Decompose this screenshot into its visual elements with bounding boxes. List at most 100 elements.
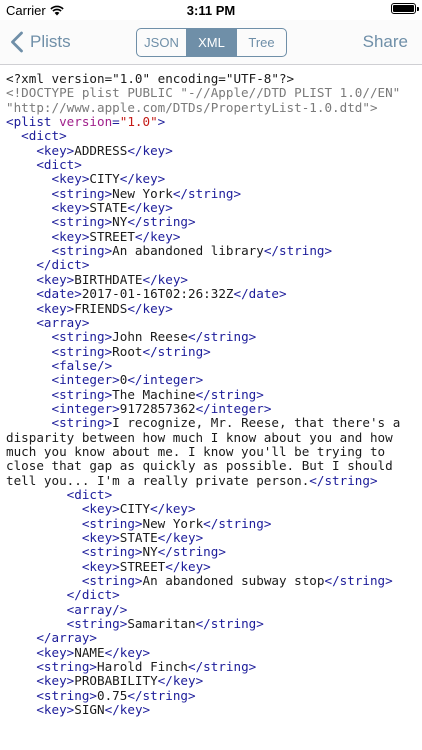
code-tag: <key>: [51, 228, 90, 244]
code-tag: <dict>: [36, 157, 82, 173]
code-line: <string>0.75</string>: [6, 687, 416, 703]
code-tag: </string>: [263, 243, 333, 259]
code-line: <string>I recognize, Mr. Reese, that the…: [6, 416, 416, 488]
code-text: NAME: [74, 644, 105, 660]
code-tag: <key>: [36, 702, 75, 718]
code-tag: <dict>: [66, 486, 113, 502]
code-tag: </string>: [127, 687, 196, 703]
code-tag: </string>: [324, 573, 393, 589]
code-tag: <string>: [51, 214, 113, 230]
code-line: <dict>: [6, 129, 416, 143]
code-tag: </string>: [195, 616, 264, 632]
xml-code-view[interactable]: <?xml version="1.0" encoding="UTF-8"?> <!…: [6, 72, 416, 750]
code-tag: </string>: [188, 329, 257, 345]
code-tag: <key>: [51, 171, 90, 187]
code-text: Root: [112, 343, 143, 359]
status-bar: Carrier 3:11 PM: [0, 0, 422, 20]
code-attr: version: [59, 114, 113, 130]
code-line: <string>Root</string>: [6, 343, 416, 359]
code-line: <string>An abandoned library</string>: [6, 243, 416, 259]
code-text: John Reese: [112, 329, 188, 345]
segment-xml[interactable]: XML: [186, 29, 236, 56]
code-text: STREET: [89, 228, 135, 244]
code-text: 0.75: [97, 687, 128, 703]
code-text: NY: [142, 544, 158, 560]
code-line: </dict>: [6, 258, 416, 272]
code-text: STATE: [119, 530, 158, 545]
code-text: Samaritan: [127, 616, 196, 632]
code-tag: <key>: [36, 271, 75, 287]
code-text: STREET: [119, 558, 166, 574]
code-line: <key>STATE</key>: [6, 200, 416, 216]
code-tag: <plist: [6, 114, 60, 130]
code-tag: </string>: [195, 386, 264, 402]
code-line: <array>: [6, 314, 416, 330]
code-tag: <string>: [36, 687, 98, 703]
code-tag: </string>: [172, 185, 242, 201]
code-tag: <string>: [51, 243, 113, 259]
code-line: <array/>: [6, 602, 416, 617]
code-line: <key>STREET</key>: [6, 558, 416, 574]
code-tag: <string>: [51, 415, 113, 431]
code-tag: </string>: [188, 659, 257, 675]
code-line: <!DOCTYPE plist PUBLIC "-//Apple//DTD PL…: [6, 86, 416, 115]
code-text: STATE: [89, 200, 128, 216]
back-button-label: Plists: [30, 32, 71, 51]
code-text: Harold Finch: [97, 659, 189, 675]
code-tag: </array>: [36, 630, 98, 646]
code-line: <key>ADDRESS</key>: [6, 142, 416, 158]
code-text: 2017-01-16T02:26:32Z: [81, 286, 234, 302]
code-tag: <key>: [36, 673, 75, 689]
code-line: <key>NAME</key>: [6, 644, 416, 660]
code-tag: </key>: [127, 300, 173, 316]
code-tag: </dict>: [36, 257, 90, 273]
code-text: PROBABILITY: [74, 673, 158, 689]
code-tag: <dict>: [21, 128, 67, 144]
code-line: <date>2017-01-16T02:26:32Z</date>: [6, 286, 416, 302]
code-line: </dict>: [6, 588, 416, 602]
code-tag: </key>: [119, 171, 166, 187]
code-text: New York: [112, 185, 173, 201]
status-time: 3:11 PM: [186, 3, 236, 18]
code-tag: <false/>: [51, 357, 113, 373]
code-tag: <string>: [36, 659, 98, 675]
code-line: <string>Harold Finch</string>: [6, 659, 416, 675]
code-tag: <key>: [36, 142, 75, 158]
code-line: </array>: [6, 631, 416, 645]
code-val: "1.0": [119, 114, 158, 130]
code-tag: </date>: [233, 286, 287, 302]
code-tag: </key>: [157, 530, 204, 545]
back-button[interactable]: Plists: [10, 28, 71, 56]
code-tag: <array>: [36, 314, 90, 330]
code-tag: <key>: [81, 558, 120, 574]
code-decl: <?xml version="1.0" encoding="UTF-8"?>: [6, 72, 295, 86]
code-line: <key>SIGN</key>: [6, 702, 416, 718]
code-line: <key>STATE</key>: [6, 530, 416, 545]
code-tag: </key>: [104, 644, 151, 660]
code-line: <plist version="1.0">: [6, 114, 416, 130]
segment-tree[interactable]: Tree: [236, 29, 286, 56]
code-tag: </key>: [134, 228, 181, 244]
code-text: ADDRESS: [74, 142, 128, 158]
code-line: <?xml version="1.0" encoding="UTF-8"?>: [6, 72, 416, 86]
code-text: NY: [112, 214, 128, 230]
code-line: <key>CITY</key>: [6, 502, 416, 516]
code-text: 9172857362: [119, 400, 196, 416]
code-line: <key>CITY</key>: [6, 172, 416, 186]
code-tag: </key>: [104, 702, 151, 718]
code-line: <key>BIRTHDATE</key>: [6, 271, 416, 287]
segment-json[interactable]: JSON: [137, 29, 186, 56]
code-tag: <string>: [81, 544, 143, 560]
code-text: An abandoned library: [112, 243, 264, 259]
code-tag: </key>: [157, 673, 204, 689]
share-button[interactable]: Share: [363, 28, 408, 56]
code-tag: <string>: [51, 329, 113, 345]
code-tag: <key>: [36, 644, 75, 660]
format-segmented-control: JSON XML Tree: [136, 28, 287, 57]
code-tag: <string>: [81, 573, 143, 589]
code-tag: <key>: [36, 300, 75, 316]
code-tag: </string>: [157, 544, 226, 560]
code-tag: <integer>: [51, 372, 120, 388]
code-tag: </string>: [127, 214, 196, 230]
code-tag: <string>: [51, 185, 113, 201]
